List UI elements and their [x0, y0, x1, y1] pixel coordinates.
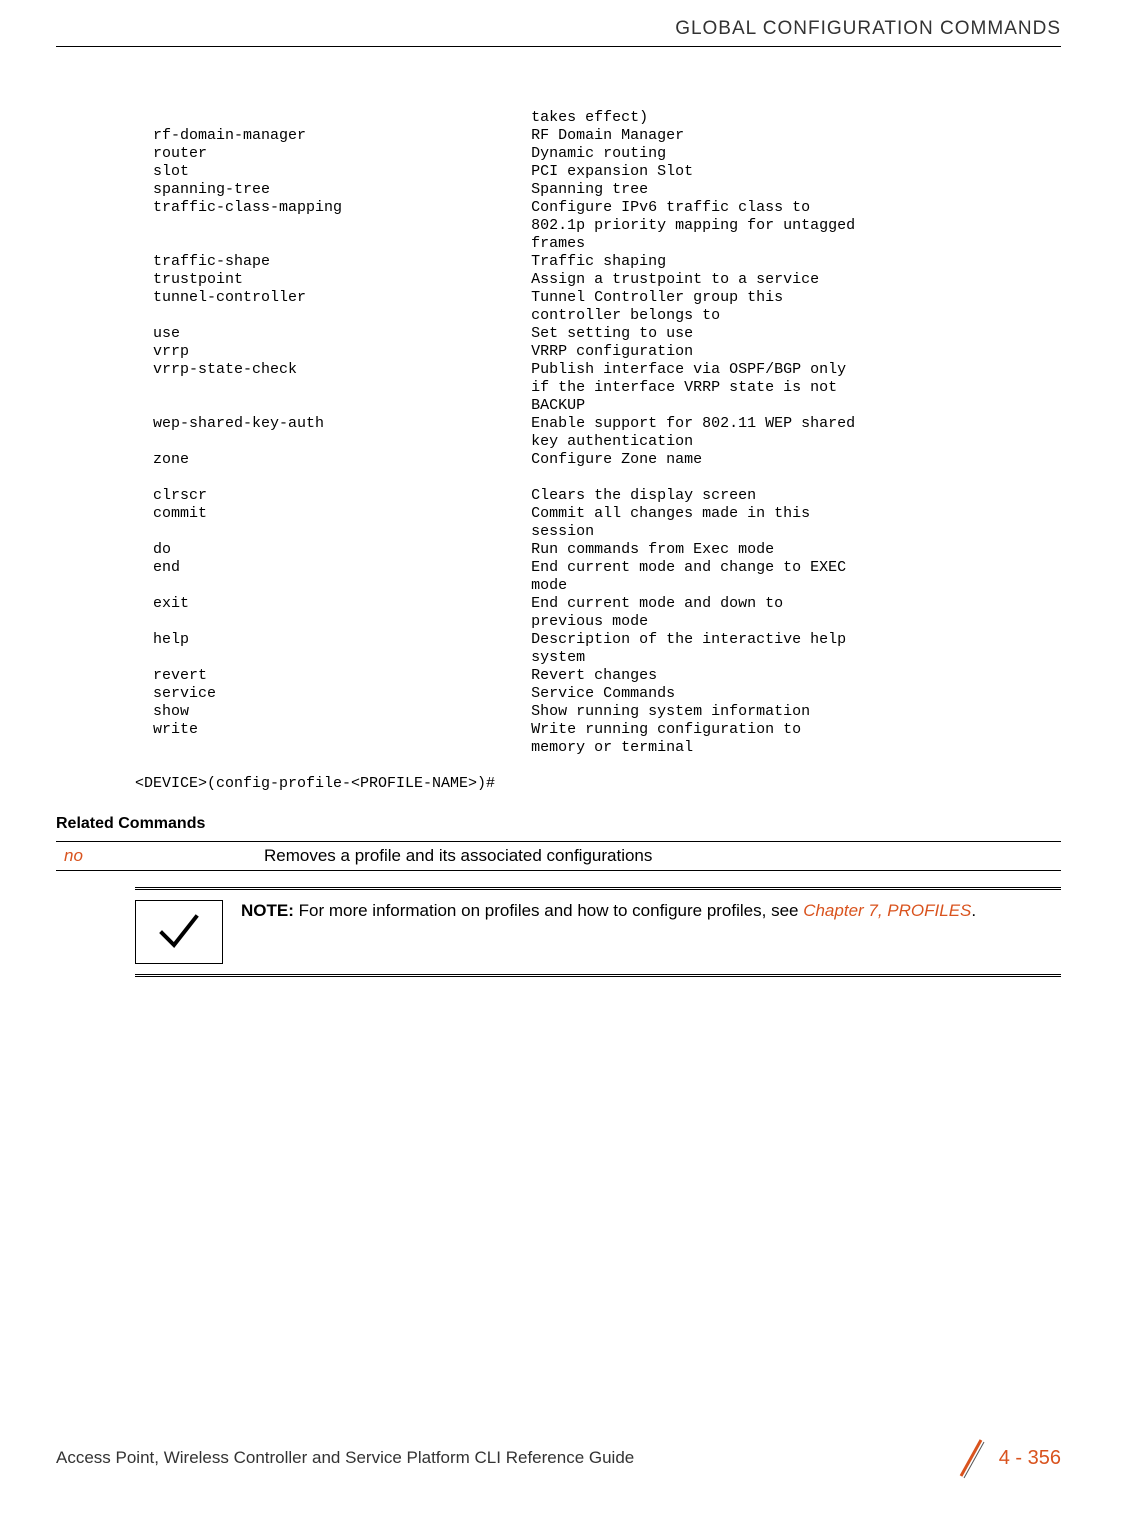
cli-output: takes effect) rf-domain-manager RF Domai…	[0, 47, 1129, 793]
check-icon	[135, 900, 223, 964]
page-header-title: GLOBAL CONFIGURATION COMMANDS	[675, 18, 1061, 39]
page-footer: Access Point, Wireless Controller and Se…	[0, 1436, 1129, 1480]
note-link[interactable]: Chapter 7, PROFILES	[803, 901, 971, 920]
related-cmd[interactable]: no	[56, 842, 256, 871]
related-desc: Removes a profile and its associated con…	[256, 842, 1061, 871]
table-row: noRemoves a profile and its associated c…	[56, 842, 1061, 871]
slash-icon	[955, 1436, 987, 1480]
note-text: NOTE: For more information on profiles a…	[241, 900, 976, 923]
note-label: NOTE:	[241, 901, 294, 920]
note-block: NOTE: For more information on profiles a…	[135, 887, 1061, 977]
related-commands-table: noRemoves a profile and its associated c…	[56, 841, 1061, 871]
note-tail: .	[971, 901, 976, 920]
page-header: GLOBAL CONFIGURATION COMMANDS	[0, 0, 1129, 46]
related-commands-heading: Related Commands	[56, 815, 1129, 833]
page-number: 4 - 356	[999, 1447, 1061, 1470]
note-rule-bottom	[135, 974, 1061, 977]
footer-doc-title: Access Point, Wireless Controller and Se…	[56, 1448, 634, 1468]
note-body: For more information on profiles and how…	[294, 901, 803, 920]
